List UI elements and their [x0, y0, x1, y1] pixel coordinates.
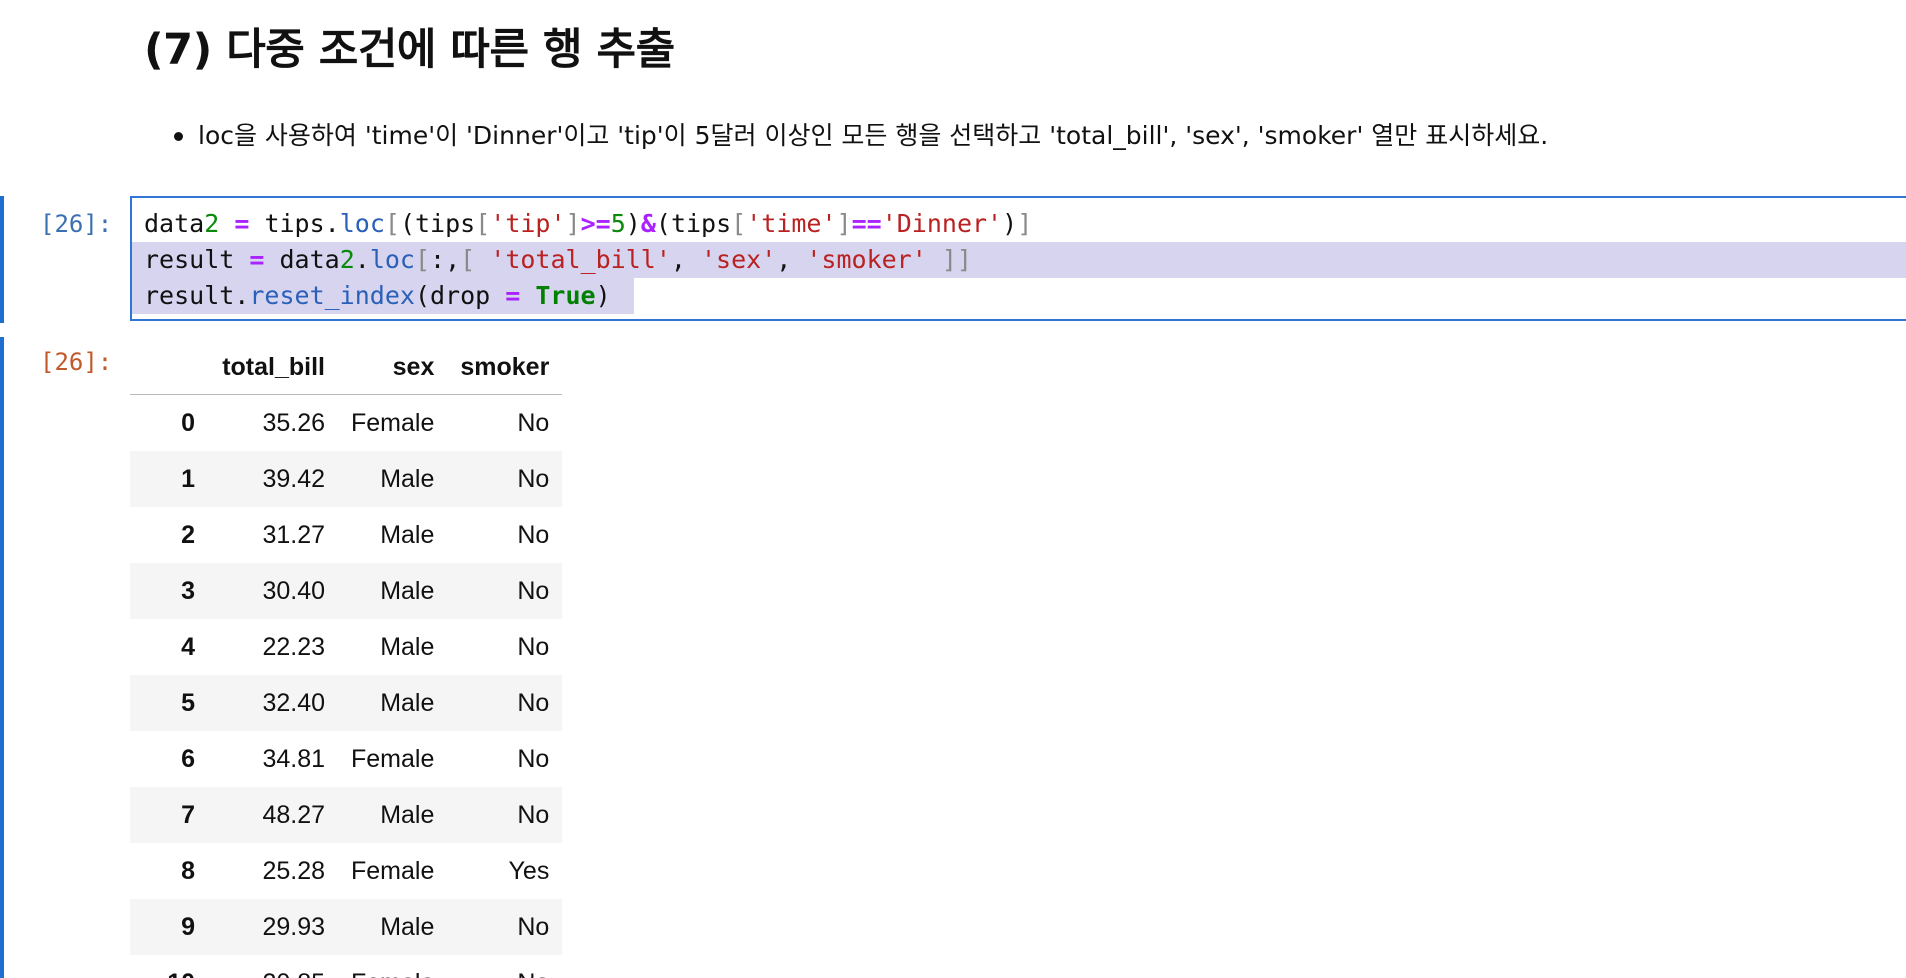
header-row: total_bill sex smoker [130, 340, 563, 395]
column-header-total-bill: total_bill [208, 340, 338, 395]
dataframe-table: total_bill sex smoker 0 35.26 Female No 1 39.… [130, 340, 563, 978]
table-row: 2 31.27 Male No [130, 507, 562, 563]
row-index: 10 [130, 955, 208, 978]
column-header-smoker: smoker [447, 340, 563, 395]
cell-total-bill: 35.26 [262, 408, 325, 437]
input-prompt: [26]: [40, 210, 113, 238]
output-area: total_bill sex smoker 0 35.26 Female No 1 39.… [130, 340, 563, 978]
code-lines: data2 = tips.loc[(tips['tip']>=5)&(tips[… [132, 206, 1906, 314]
cell-smoker: No [517, 464, 550, 493]
cell-smoker: No [517, 520, 550, 549]
cell-sex: Male [380, 688, 435, 717]
instruction-list: loc을 사용하여 'time'이 'Dinner'이고 'tip'이 5달러 … [144, 112, 1548, 160]
cell-smoker: No [517, 576, 550, 605]
section-heading: (7) 다중 조건에 따른 행 추출 [144, 25, 675, 75]
row-index: 0 [181, 408, 195, 437]
cell-smoker: No [517, 800, 550, 829]
cell-total-bill: 32.40 [262, 688, 325, 717]
row-index: 9 [181, 912, 195, 941]
row-index: 5 [181, 688, 195, 717]
table-row: 7 48.27 Male No [130, 787, 563, 843]
cell-total-bill: 20.85 [208, 955, 338, 978]
notebook-page: (7) 다중 조건에 따른 행 추출 loc을 사용하여 'time'이 'Di… [0, 0, 1906, 978]
cell-sex: Female [351, 856, 435, 885]
cell-sex: Male [380, 800, 435, 829]
cell-sex: Male [380, 576, 435, 605]
index-header [130, 340, 208, 395]
cell-smoker: No [517, 912, 550, 941]
table-row: 0 35.26 Female No [130, 395, 562, 452]
code-line-text: data2 = tips.loc[(tips['tip']>=5)&(tips[… [144, 209, 1033, 238]
instruction-item: loc을 사용하여 'time'이 'Dinner'이고 'tip'이 5달러 … [144, 112, 1548, 160]
row-index: 4 [181, 632, 195, 661]
cell-sex: Male [380, 464, 435, 493]
code-editor[interactable]: data2 = tips.loc[(tips['tip']>=5)&(tips[… [130, 196, 1906, 321]
table-row: 1 39.42 Male No [130, 451, 563, 507]
cell-sex: Male [380, 912, 435, 941]
cell-sex: Female [351, 408, 435, 437]
instruction-text: loc을 사용하여 'time'이 'Dinner'이고 'tip'이 5달러 … [198, 121, 1549, 150]
row-index: 1 [181, 464, 195, 493]
table-body: 0 35.26 Female No 1 39.42 Male No 2 31.27 Male No 3 3… [130, 395, 563, 978]
cell-smoker: No [447, 955, 562, 978]
cell-total-bill: 34.81 [262, 744, 325, 773]
cell-smoker: No [517, 688, 550, 717]
code-line-text: result = data2.loc[:,[ 'total_bill', 'se… [144, 245, 972, 274]
row-index: 7 [181, 800, 195, 829]
table-row: 4 22.23 Male No [130, 619, 562, 675]
cell-sex: Male [380, 632, 435, 661]
row-index: 8 [181, 856, 195, 885]
cell-total-bill: 25.28 [262, 856, 325, 885]
cell-total-bill: 30.40 [262, 576, 325, 605]
cell-total-bill: 29.93 [262, 912, 325, 941]
cell-total-bill: 48.27 [262, 800, 325, 829]
table-row: 5 32.40 Male No [130, 675, 563, 731]
code-line[interactable]: result.reset_index(drop = True) [132, 278, 1906, 314]
cell-sex: Male [380, 520, 435, 549]
table-row: 8 25.28 Female Yes [130, 843, 562, 899]
output-collapser[interactable] [0, 337, 4, 978]
table-row: 1020.85FemaleNo [130, 955, 562, 978]
cell-total-bill: 31.27 [262, 520, 325, 549]
cell-smoker: No [517, 408, 550, 437]
input-collapser[interactable] [0, 196, 4, 323]
code-line[interactable]: result = data2.loc[:,[ 'total_bill', 'se… [132, 242, 1906, 278]
cell-smoker: No [517, 744, 550, 773]
code-line[interactable]: data2 = tips.loc[(tips['tip']>=5)&(tips[… [144, 206, 1906, 242]
column-header-sex: sex [338, 340, 448, 395]
table-row: 9 29.93 Male No [130, 899, 563, 955]
table-row: 6 34.81 Female No [130, 731, 562, 787]
table-row: 3 30.40 Male No [130, 563, 563, 619]
bullet-icon [174, 132, 183, 141]
cell-total-bill: 39.42 [262, 464, 325, 493]
row-index: 6 [181, 744, 195, 773]
cell-smoker: Yes [508, 856, 550, 885]
cell-sex: Female [351, 744, 435, 773]
row-index: 3 [181, 576, 195, 605]
output-prompt: [26]: [40, 348, 113, 376]
cell-sex: Female [338, 955, 447, 978]
code-line-text: result.reset_index(drop = True) [144, 281, 611, 310]
cell-smoker: No [517, 632, 550, 661]
row-index: 2 [181, 520, 195, 549]
cell-total-bill: 22.23 [262, 632, 325, 661]
